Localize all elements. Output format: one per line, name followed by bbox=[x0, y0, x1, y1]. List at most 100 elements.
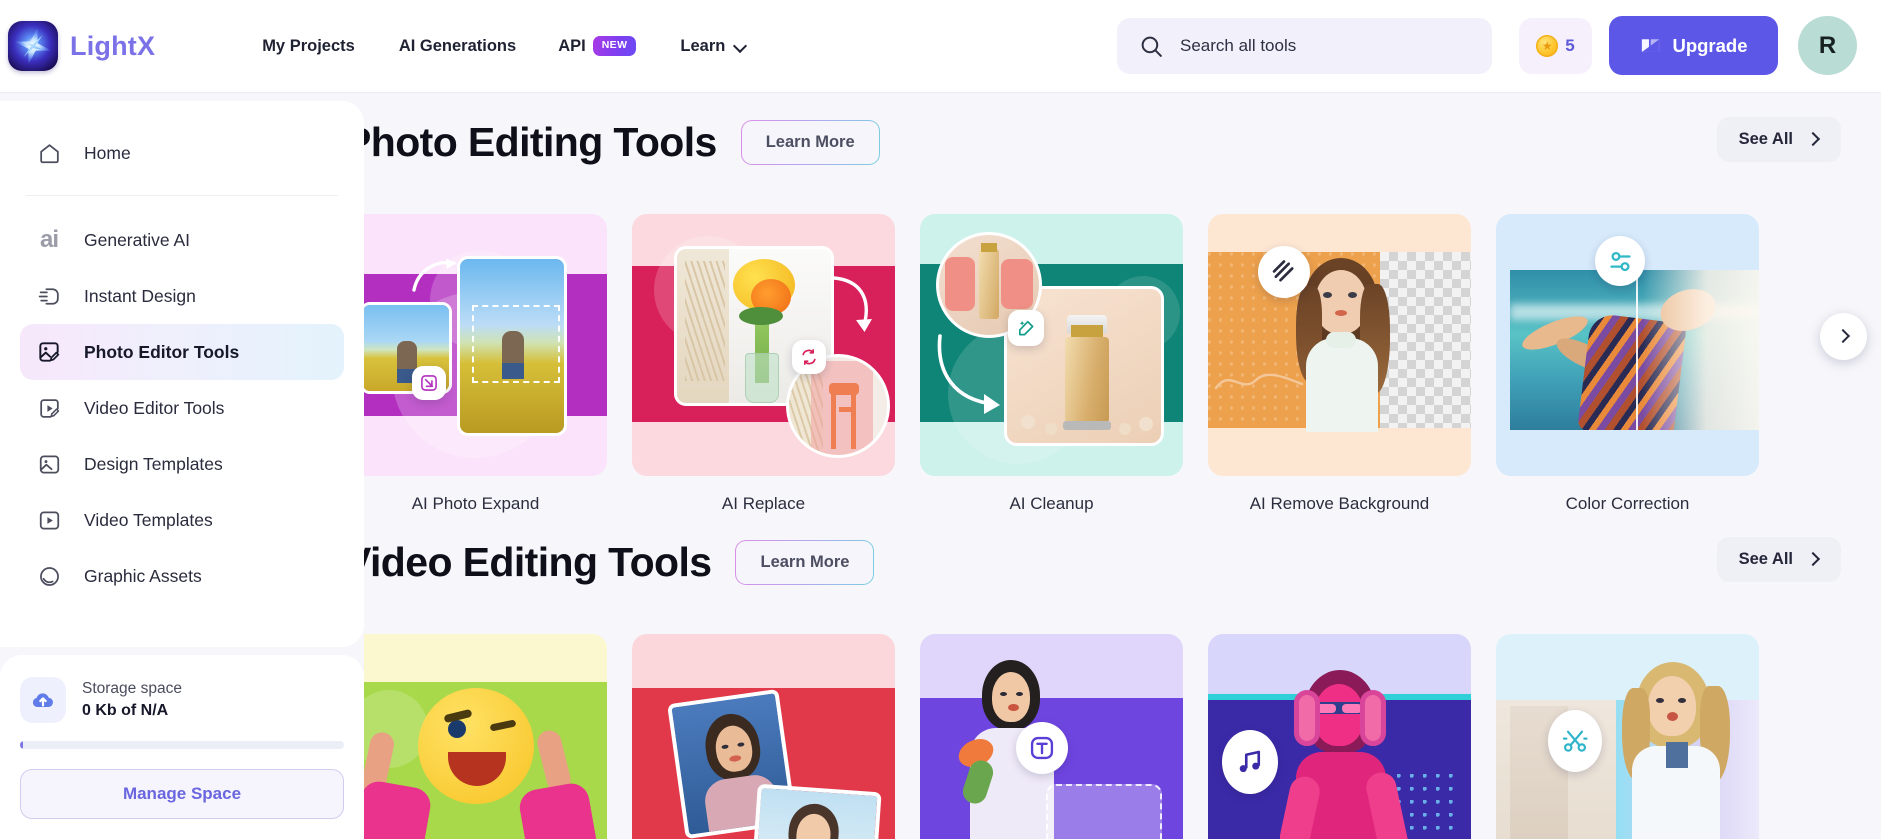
video-editor-icon bbox=[34, 393, 64, 423]
decorative-wave bbox=[1214, 373, 1304, 390]
avatar[interactable]: R bbox=[1798, 16, 1857, 75]
tool-thumbnail bbox=[364, 634, 607, 839]
tool-card-video-2[interactable] bbox=[632, 634, 895, 839]
cleanup-sparkle-icon bbox=[1008, 310, 1044, 346]
sliders-icon bbox=[1595, 236, 1645, 286]
nav-learn[interactable]: Learn bbox=[656, 37, 769, 56]
tool-thumbnail bbox=[364, 214, 607, 476]
storage-row: Storage space 0 Kb of N/A bbox=[20, 677, 344, 723]
sidebar-item-video-editor-tools-label: Video Editor Tools bbox=[84, 397, 225, 418]
brand-logo[interactable]: LightX bbox=[8, 21, 155, 71]
sidebar-item-generative-ai-label: Generative AI bbox=[84, 229, 191, 250]
sidebar-item-design-templates[interactable]: Design Templates bbox=[20, 436, 344, 492]
chevron-down-icon bbox=[734, 40, 747, 53]
video-tools-carousel bbox=[364, 634, 1861, 839]
chevron-right-icon bbox=[1808, 134, 1819, 145]
tool-thumbnail bbox=[1496, 214, 1759, 476]
tool-thumbnail bbox=[1496, 634, 1759, 839]
sidebar-item-video-templates-label: Video Templates bbox=[84, 509, 213, 530]
scissors-icon bbox=[1548, 710, 1602, 772]
sidebar-item-photo-editor-tools-label: Photo Editor Tools bbox=[84, 341, 240, 362]
tool-thumbnail bbox=[1208, 634, 1471, 839]
home-icon bbox=[34, 138, 64, 168]
tool-card-video-1[interactable] bbox=[364, 634, 607, 839]
chevron-right-icon bbox=[1808, 554, 1819, 565]
manage-space-button[interactable]: Manage Space bbox=[20, 769, 344, 819]
nav-my-projects[interactable]: My Projects bbox=[240, 37, 377, 56]
nav-my-projects-label: My Projects bbox=[262, 36, 355, 55]
curved-arrow-icon bbox=[937, 334, 1000, 414]
carousel-next-button[interactable] bbox=[1820, 313, 1867, 360]
learn-more-photo-button[interactable]: Learn More bbox=[741, 120, 880, 165]
cloud-upload-icon bbox=[20, 677, 66, 723]
learn-more-video-button[interactable]: Learn More bbox=[735, 540, 874, 585]
tool-thumbnail bbox=[920, 214, 1183, 476]
sidebar-item-video-templates[interactable]: Video Templates bbox=[20, 492, 344, 548]
see-all-photo-button[interactable]: See All bbox=[1716, 117, 1841, 162]
upgrade-button[interactable]: Upgrade bbox=[1609, 16, 1778, 75]
tool-card-ai-photo-expand[interactable]: AI Photo Expand bbox=[364, 214, 607, 514]
video-templates-icon bbox=[34, 505, 64, 535]
sidebar-item-instant-design-label: Instant Design bbox=[84, 285, 196, 306]
sidebar-primary: Home ai Generative AI Instant Design Pho… bbox=[0, 101, 364, 647]
avatar-initial: R bbox=[1818, 31, 1837, 59]
tool-thumbnail bbox=[1208, 214, 1471, 476]
curved-arrow-icon bbox=[412, 258, 457, 292]
ai-icon: ai bbox=[39, 226, 59, 253]
design-templates-icon bbox=[34, 449, 64, 479]
sidebar-item-photo-editor-tools[interactable]: Photo Editor Tools bbox=[20, 324, 344, 380]
tool-thumbnail bbox=[632, 214, 895, 476]
expand-icon bbox=[412, 366, 446, 400]
tool-card-video-3[interactable] bbox=[920, 634, 1183, 839]
sidebar-item-instant-design[interactable]: Instant Design bbox=[20, 268, 344, 324]
photo-editor-icon bbox=[34, 337, 64, 367]
new-badge: NEW bbox=[592, 36, 637, 56]
sidebar-item-generative-ai[interactable]: ai Generative AI bbox=[20, 212, 344, 268]
storage-title: Storage space bbox=[82, 680, 182, 697]
nav-api[interactable]: API NEW bbox=[538, 36, 656, 56]
section-title-video: Video Editing Tools bbox=[364, 538, 712, 585]
tool-card-label: AI Photo Expand bbox=[411, 494, 540, 513]
tool-card-ai-replace[interactable]: AI Replace bbox=[632, 214, 895, 514]
credits-count: 5 bbox=[1565, 36, 1575, 55]
sidebar-item-home-label: Home bbox=[84, 142, 131, 163]
photo-tools-carousel: AI Photo Expand AI Replace AI Cleanup AI… bbox=[364, 214, 1867, 514]
remove-background-icon bbox=[1258, 246, 1310, 298]
tool-card-label: AI Remove Background bbox=[1249, 494, 1430, 513]
text-t-icon bbox=[1016, 722, 1068, 774]
primary-nav: My Projects AI Generations API NEW Learn bbox=[240, 36, 769, 56]
sidebar-item-graphic-assets-label: Graphic Assets bbox=[84, 565, 202, 586]
upgrade-chart-icon bbox=[1642, 39, 1660, 52]
sidebar-item-graphic-assets[interactable]: Graphic Assets bbox=[20, 548, 344, 604]
storage-progress-bar bbox=[20, 741, 344, 749]
tool-card-color-correction[interactable]: Color Correction bbox=[1496, 214, 1759, 514]
nav-ai-generations[interactable]: AI Generations bbox=[377, 37, 538, 56]
tool-card-video-4[interactable] bbox=[1208, 634, 1471, 839]
tool-card-video-5[interactable] bbox=[1496, 634, 1759, 839]
tool-card-label: Color Correction bbox=[1565, 494, 1690, 513]
search-icon bbox=[1141, 36, 1162, 57]
tool-card-ai-remove-background[interactable]: AI Remove Background bbox=[1208, 214, 1471, 514]
see-all-video-button[interactable]: See All bbox=[1716, 537, 1841, 582]
sidebar-item-video-editor-tools[interactable]: Video Editor Tools bbox=[20, 380, 344, 436]
nav-api-label: API bbox=[558, 36, 586, 55]
sidebar-item-home[interactable]: Home bbox=[20, 125, 344, 181]
search-placeholder: Search all tools bbox=[1180, 36, 1297, 55]
instant-design-icon bbox=[34, 281, 64, 311]
credits-badge[interactable]: ★ 5 bbox=[1519, 18, 1592, 74]
graphic-assets-icon bbox=[34, 561, 64, 591]
section-title-photo: Photo Editing Tools bbox=[364, 118, 717, 165]
lightx-star-logo-icon bbox=[8, 21, 58, 71]
sidebar-item-design-templates-label: Design Templates bbox=[84, 453, 223, 474]
sidebar-divider bbox=[26, 195, 338, 196]
tool-card-label: AI Replace bbox=[721, 494, 806, 513]
tool-thumbnail bbox=[920, 634, 1183, 839]
tool-card-ai-cleanup[interactable]: AI Cleanup bbox=[920, 214, 1183, 514]
nav-learn-label: Learn bbox=[680, 36, 726, 55]
see-all-photo-label: See All bbox=[1738, 130, 1793, 148]
chevron-right-icon bbox=[1838, 331, 1849, 342]
top-header: LightX My Projects AI Generations API NE… bbox=[0, 0, 1881, 93]
nav-ai-generations-label: AI Generations bbox=[398, 36, 517, 55]
search-input[interactable]: Search all tools bbox=[1117, 18, 1492, 74]
upgrade-label: Upgrade bbox=[1672, 34, 1748, 56]
